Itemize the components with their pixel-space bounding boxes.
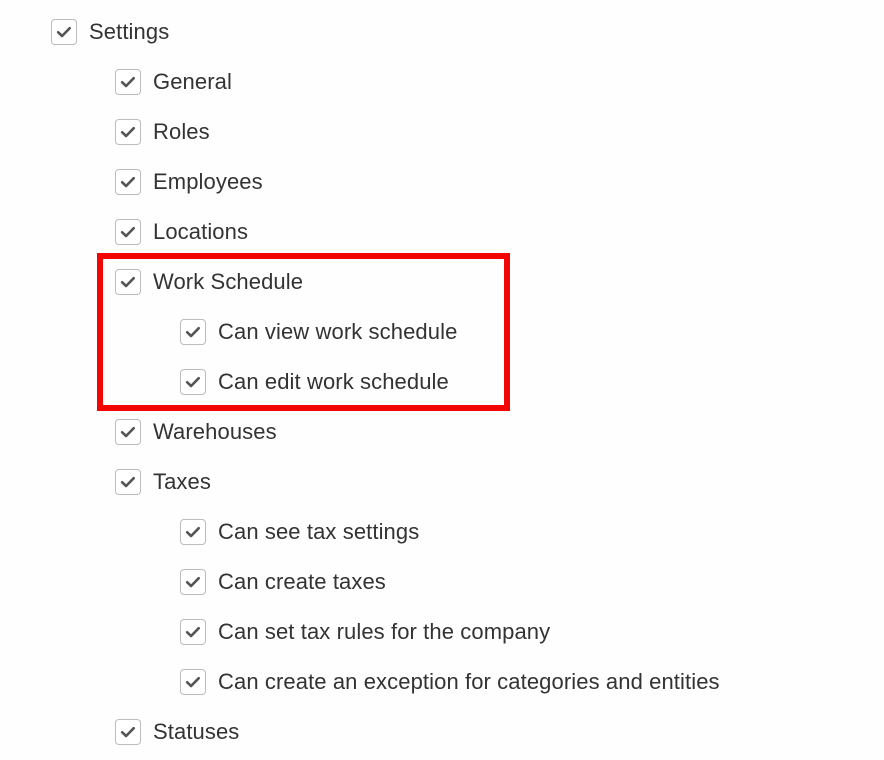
tree-item[interactable]: Can set tax rules for the company	[180, 617, 550, 647]
checkbox-checked[interactable]	[115, 169, 141, 195]
tree-item-label: Settings	[89, 19, 170, 44]
tree-item-label: Can view work schedule	[218, 319, 458, 344]
checkmark-icon	[120, 426, 135, 438]
checkbox-checked[interactable]	[180, 519, 206, 545]
tree-item-label: Locations	[153, 219, 249, 244]
checkmark-icon	[185, 576, 200, 588]
tree-item[interactable]: Settings	[51, 17, 169, 47]
checkbox-checked[interactable]	[115, 269, 141, 295]
tree-item[interactable]: Can create taxes	[180, 567, 386, 597]
checkbox-checked[interactable]	[180, 619, 206, 645]
checkbox-checked[interactable]	[115, 469, 141, 495]
tree-item-label: Can set tax rules for the company	[218, 619, 551, 644]
tree-item-label: Can create an exception for categories a…	[218, 669, 720, 694]
checkmark-icon	[120, 226, 135, 238]
checkmark-icon	[185, 676, 200, 688]
tree-item[interactable]: Locations	[115, 217, 248, 247]
checkbox-checked[interactable]	[115, 719, 141, 745]
checkmark-icon	[185, 326, 200, 338]
checkmark-icon	[56, 26, 71, 38]
checkmark-icon	[185, 376, 200, 388]
tree-item[interactable]: Warehouses	[115, 417, 277, 447]
tree-item-label: Work Schedule	[153, 269, 304, 294]
checkbox-checked[interactable]	[180, 669, 206, 695]
tree-item-label: Taxes	[153, 469, 211, 494]
permissions-tree: Settings General Roles Employees Locations Wo…	[0, 0, 884, 760]
checkmark-icon	[185, 526, 200, 538]
checkmark-icon	[120, 126, 135, 138]
tree-item[interactable]: Roles	[115, 117, 210, 147]
checkbox-checked[interactable]	[180, 569, 206, 595]
checkmark-icon	[120, 726, 135, 738]
tree-item-label: Can create taxes	[218, 569, 386, 594]
checkbox-checked[interactable]	[115, 419, 141, 445]
checkmark-icon	[120, 76, 135, 88]
tree-item-label: Roles	[153, 119, 210, 144]
checkbox-checked[interactable]	[51, 19, 77, 45]
tree-item[interactable]: Employees	[115, 167, 263, 197]
tree-item-label: Statuses	[153, 719, 240, 744]
tree-item[interactable]: Can view work schedule	[180, 317, 457, 347]
tree-item[interactable]: Can see tax settings	[180, 517, 419, 547]
tree-item[interactable]: Can edit work schedule	[180, 367, 449, 397]
tree-item[interactable]: Can create an exception for categories a…	[180, 667, 720, 697]
tree-item[interactable]: Statuses	[115, 717, 239, 747]
tree-item[interactable]: Work Schedule	[115, 267, 303, 297]
tree-item-label: General	[153, 69, 232, 94]
tree-item-label: Warehouses	[153, 419, 277, 444]
tree-item-label: Can see tax settings	[218, 519, 420, 544]
checkmark-icon	[120, 476, 135, 488]
checkmark-icon	[185, 626, 200, 638]
checkbox-checked[interactable]	[180, 369, 206, 395]
checkbox-checked[interactable]	[115, 69, 141, 95]
checkbox-checked[interactable]	[115, 119, 141, 145]
tree-item[interactable]: General	[115, 67, 232, 97]
checkmark-icon	[120, 276, 135, 288]
checkmark-icon	[120, 176, 135, 188]
checkbox-checked[interactable]	[180, 319, 206, 345]
tree-item-label: Employees	[153, 169, 263, 194]
tree-item-label: Can edit work schedule	[218, 369, 449, 394]
tree-item[interactable]: Taxes	[115, 467, 211, 497]
checkbox-checked[interactable]	[115, 219, 141, 245]
